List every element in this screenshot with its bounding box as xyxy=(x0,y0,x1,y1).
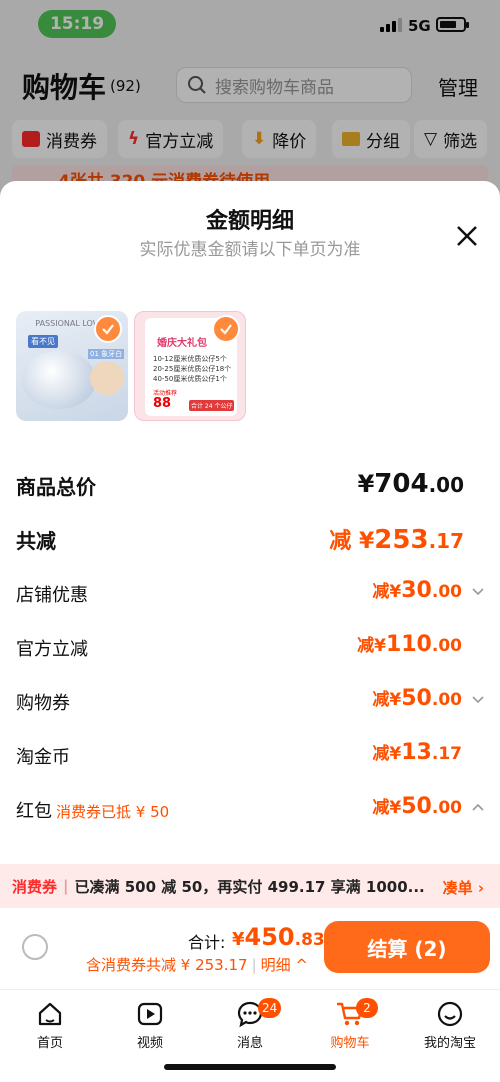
bundle-price: 88 xyxy=(153,396,172,411)
row-shopping-coupon[interactable]: 购物券 减¥50.00 xyxy=(16,685,486,721)
profile-icon xyxy=(437,1001,463,1027)
sheet-title: 金额明细 xyxy=(205,209,294,234)
row-total-discount: 共减 减 ¥253.17 xyxy=(16,523,486,559)
amount-detail-sheet: 金额明细 实际优惠金额请以下单页为准 PASSIONAL LOVER 看不见 0… xyxy=(0,181,500,1082)
product-tag: 看不见 xyxy=(28,335,58,348)
tab-video[interactable]: 视频 xyxy=(110,1000,190,1051)
row-amount: 减¥110.00 xyxy=(357,632,462,657)
row-amount: 减¥50.00 xyxy=(372,794,462,819)
home-indicator xyxy=(164,1064,336,1070)
chevron-up-icon: ^ xyxy=(290,956,308,974)
chevron-down-icon[interactable] xyxy=(470,583,486,599)
row-amount: 减¥13.17 xyxy=(372,740,462,765)
row-amount: ¥704.00 xyxy=(357,469,464,499)
tab-label: 视频 xyxy=(136,1036,163,1051)
row-official-discount: 官方立减 减¥110.00 xyxy=(16,631,486,667)
row-shop-discount[interactable]: 店铺优惠 减¥30.00 xyxy=(16,577,486,613)
row-label: 店铺优惠 xyxy=(16,585,88,606)
row-taojinbi: 淘金币 减¥13.17 xyxy=(16,739,486,775)
promo-text: 已凑满 500 减 50，再实付 499.17 享满 1000... xyxy=(74,877,425,896)
selected-check-icon[interactable] xyxy=(94,315,122,343)
tab-label: 消息 xyxy=(236,1036,263,1051)
row-label: 红包 消费券已抵 ¥ 50 xyxy=(16,801,170,822)
detail-toggle[interactable]: 明细 xyxy=(261,956,291,974)
close-icon[interactable] xyxy=(454,223,480,249)
tab-messages[interactable]: 消息 24 xyxy=(210,998,290,1051)
row-label: 商品总价 xyxy=(16,475,96,499)
selected-check-icon[interactable] xyxy=(212,315,240,343)
row-red-packet[interactable]: 红包 消费券已抵 ¥ 50 减¥50.00 xyxy=(16,793,486,829)
total-label: 合计: xyxy=(188,933,226,952)
discount-summary: 含消费券共减 ¥ 253.17 | 明细 ^ xyxy=(86,956,308,974)
row-amount: 减 ¥253.17 xyxy=(329,525,464,555)
sheet-subtitle: 实际优惠金额请以下单页为准 xyxy=(139,240,361,260)
compact-image xyxy=(22,351,96,409)
checkout-button[interactable]: 结算 (2) xyxy=(324,921,490,973)
product-shade: 01 象牙白 xyxy=(88,349,125,359)
home-icon xyxy=(38,1002,62,1026)
cart-badge: 2 xyxy=(356,998,378,1018)
row-label: 共减 xyxy=(16,529,56,553)
tab-label: 首页 xyxy=(36,1036,63,1051)
add-items-link[interactable]: 凑单 › xyxy=(443,877,484,898)
video-icon xyxy=(137,1002,163,1026)
promo-tag: 消费券 xyxy=(12,877,58,896)
row-label: 购物券 xyxy=(16,693,70,714)
tab-label: 购物车 xyxy=(330,1036,370,1051)
messages-badge: 24 xyxy=(258,998,282,1018)
bundle-title: 婚庆大礼包 xyxy=(157,338,207,349)
total-amount: ¥450.83 xyxy=(232,923,325,951)
red-packet-note: 消费券已抵 ¥ 50 xyxy=(56,803,170,821)
select-all-radio[interactable] xyxy=(22,934,48,960)
row-label: 官方立减 xyxy=(16,639,88,660)
tab-home[interactable]: 首页 xyxy=(10,1000,90,1051)
chevron-up-icon[interactable] xyxy=(470,799,486,815)
row-amount: 减¥30.00 xyxy=(372,578,462,603)
tab-my-taobao[interactable]: 我的淘宝 xyxy=(410,1000,490,1051)
bundle-lines: 10-12厘米优质公仔5个 20-25厘米优质公仔18个 40-50厘米优质公仔… xyxy=(153,355,232,383)
tab-label: 我的淘宝 xyxy=(423,1036,476,1051)
swatch-image xyxy=(90,361,124,395)
row-label: 淘金币 xyxy=(16,747,70,768)
coupon-promo-banner[interactable]: 消费券 | 已凑满 500 减 50，再实付 499.17 享满 1000...… xyxy=(0,864,500,908)
chevron-down-icon[interactable] xyxy=(470,691,486,707)
promo-divider: | xyxy=(63,877,69,895)
row-amount: 减¥50.00 xyxy=(372,686,462,711)
bundle-tag: 合计 24 个公仔 xyxy=(189,400,235,411)
row-total-price: 商品总价 ¥704.00 xyxy=(16,469,486,505)
tab-cart[interactable]: 购物车 2 xyxy=(310,998,390,1051)
